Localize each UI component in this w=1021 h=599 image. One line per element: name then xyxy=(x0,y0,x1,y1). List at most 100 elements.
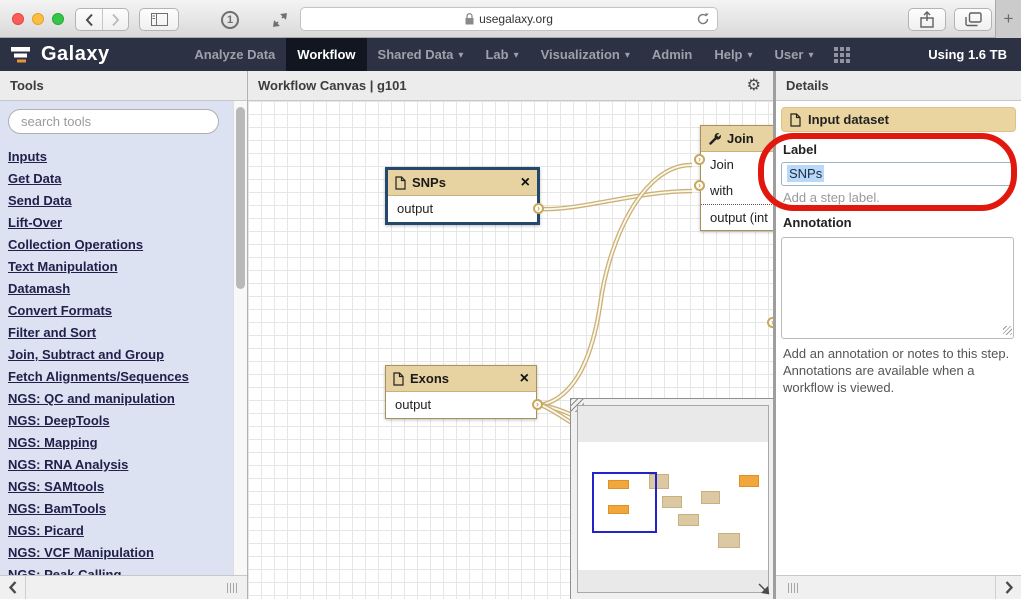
details-panel-footer xyxy=(776,575,1021,599)
tool-section-link[interactable]: Get Data xyxy=(8,168,227,190)
label-heading: Label xyxy=(783,142,1014,157)
plus-icon: + xyxy=(1004,9,1014,29)
input-connector[interactable]: › xyxy=(694,154,705,165)
node-join[interactable]: Join › Join › with output (int xyxy=(700,125,773,231)
forward-button[interactable] xyxy=(102,9,128,30)
tabs-overview-button[interactable] xyxy=(954,8,992,31)
back-button[interactable] xyxy=(76,9,102,30)
clipped-input-connector[interactable]: › xyxy=(767,317,773,328)
minimap-viewport[interactable] xyxy=(592,472,657,533)
annotation-heading: Annotation xyxy=(783,215,1014,230)
extension-1password-button[interactable]: 1 xyxy=(212,8,248,31)
minimap-content[interactable] xyxy=(577,405,769,593)
tool-section-link[interactable]: NGS: Picard xyxy=(8,520,227,542)
node-output-row: output › xyxy=(386,392,536,418)
output-label: output xyxy=(395,397,431,412)
apps-grid-icon[interactable] xyxy=(834,47,850,63)
tool-section-link[interactable]: Fetch Alignments/Sequences xyxy=(8,366,227,388)
tools-scrollbar-track[interactable] xyxy=(233,101,247,575)
node-join-header[interactable]: Join xyxy=(701,126,773,152)
nav-item-user[interactable]: User xyxy=(764,38,825,71)
tool-section-link[interactable]: NGS: Mapping xyxy=(8,432,227,454)
output-connector[interactable]: › xyxy=(532,399,543,410)
collapse-tools-button[interactable] xyxy=(0,576,26,599)
node-exons[interactable]: Exons × output › xyxy=(385,365,537,419)
node-title: Exons xyxy=(410,371,449,386)
tool-section-link[interactable]: NGS: BamTools xyxy=(8,498,227,520)
storage-usage[interactable]: Using 1.6 TB xyxy=(928,38,1021,71)
tools-panel-footer xyxy=(0,575,247,599)
tools-scrollbar-thumb[interactable] xyxy=(236,107,245,289)
minimize-window-button[interactable] xyxy=(32,13,44,25)
nav-item-shared-data[interactable]: Shared Data xyxy=(367,38,475,71)
details-footer-grip[interactable] xyxy=(788,583,798,593)
new-tab-button[interactable]: + xyxy=(995,0,1021,38)
node-input-row: › with xyxy=(701,178,773,204)
galaxy-logo[interactable]: Galaxy xyxy=(0,38,120,71)
window-controls xyxy=(12,13,64,25)
tool-section-link[interactable]: NGS: SAMtools xyxy=(8,476,227,498)
tool-section-link[interactable]: Filter and Sort xyxy=(8,322,227,344)
step-label-input[interactable]: SNPs xyxy=(781,162,1014,186)
tool-section-link[interactable]: Send Data xyxy=(8,190,227,212)
page: 1 usegalaxy.org + xyxy=(0,0,1021,599)
tool-section-link[interactable]: Inputs xyxy=(8,146,227,168)
nav-item-workflow[interactable]: Workflow xyxy=(286,38,366,71)
tools-panel: Tools InputsGet DataSend DataLift-OverCo… xyxy=(0,71,248,599)
output-label: output (int xyxy=(710,210,768,225)
delete-node-icon[interactable]: × xyxy=(520,371,529,387)
tool-section-link[interactable]: NGS: Peak Calling xyxy=(8,564,227,575)
history-buttons xyxy=(75,8,129,31)
address-bar[interactable]: usegalaxy.org xyxy=(300,7,718,31)
minimap-node xyxy=(701,491,720,504)
input-connector[interactable]: › xyxy=(694,180,705,191)
node-snps-header[interactable]: SNPs × xyxy=(388,170,537,196)
minimap-node xyxy=(739,475,759,487)
annotation-field-wrap xyxy=(781,235,1014,342)
tool-section-link[interactable]: NGS: DeepTools xyxy=(8,410,227,432)
share-button[interactable] xyxy=(908,8,946,31)
nav-item-admin[interactable]: Admin xyxy=(641,38,703,71)
tool-section-link[interactable]: Join, Subtract and Group xyxy=(8,344,227,366)
file-icon xyxy=(790,113,801,127)
search-tools-input[interactable] xyxy=(8,109,219,134)
fullscreen-button[interactable] xyxy=(262,8,298,31)
refresh-button[interactable] xyxy=(696,12,710,26)
node-snps[interactable]: SNPs × output › xyxy=(385,167,540,225)
minimap-node xyxy=(662,496,682,508)
close-window-button[interactable] xyxy=(12,13,24,25)
tool-section-link[interactable]: Collection Operations xyxy=(8,234,227,256)
tool-section-link[interactable]: Text Manipulation xyxy=(8,256,227,278)
step-type-label: Input dataset xyxy=(808,112,889,127)
tool-section-link[interactable]: NGS: RNA Analysis xyxy=(8,454,227,476)
tool-section-link[interactable]: NGS: QC and manipulation xyxy=(8,388,227,410)
tool-section-link[interactable]: Datamash xyxy=(8,278,227,300)
onepassword-icon: 1 xyxy=(221,11,239,29)
workflow-canvas[interactable]: SNPs × output › Exons × output › xyxy=(248,101,773,599)
node-exons-header[interactable]: Exons × xyxy=(386,366,536,392)
workflow-options-gear-icon[interactable]: ⚙ xyxy=(747,71,761,100)
file-icon xyxy=(395,176,406,190)
node-title: Join xyxy=(727,131,754,146)
tool-section-link[interactable]: NGS: VCF Manipulation xyxy=(8,542,227,564)
nav-item-lab[interactable]: Lab xyxy=(474,38,529,71)
collapse-details-button[interactable] xyxy=(995,576,1021,599)
sidebar-button[interactable] xyxy=(139,8,179,31)
wrench-icon xyxy=(708,132,721,145)
annotation-textarea[interactable] xyxy=(781,237,1014,339)
tools-footer-grip[interactable] xyxy=(227,583,237,593)
nav-item-visualization[interactable]: Visualization xyxy=(530,38,641,71)
tool-section-list: InputsGet DataSend DataLift-OverCollecti… xyxy=(8,146,227,575)
nav-item-help[interactable]: Help xyxy=(703,38,763,71)
share-icon xyxy=(920,11,934,28)
delete-node-icon[interactable]: × xyxy=(521,175,530,191)
nav-item-analyze-data[interactable]: Analyze Data xyxy=(183,38,286,71)
tool-section-link[interactable]: Convert Formats xyxy=(8,300,227,322)
workflow-overview-minimap[interactable] xyxy=(570,398,773,599)
output-connector[interactable]: › xyxy=(533,203,544,214)
zoom-window-button[interactable] xyxy=(52,13,64,25)
tool-section-link[interactable]: Lift-Over xyxy=(8,212,227,234)
brand-name: Galaxy xyxy=(41,43,110,66)
minimap-resize-arrow-icon[interactable] xyxy=(757,582,771,596)
file-icon xyxy=(393,372,404,386)
